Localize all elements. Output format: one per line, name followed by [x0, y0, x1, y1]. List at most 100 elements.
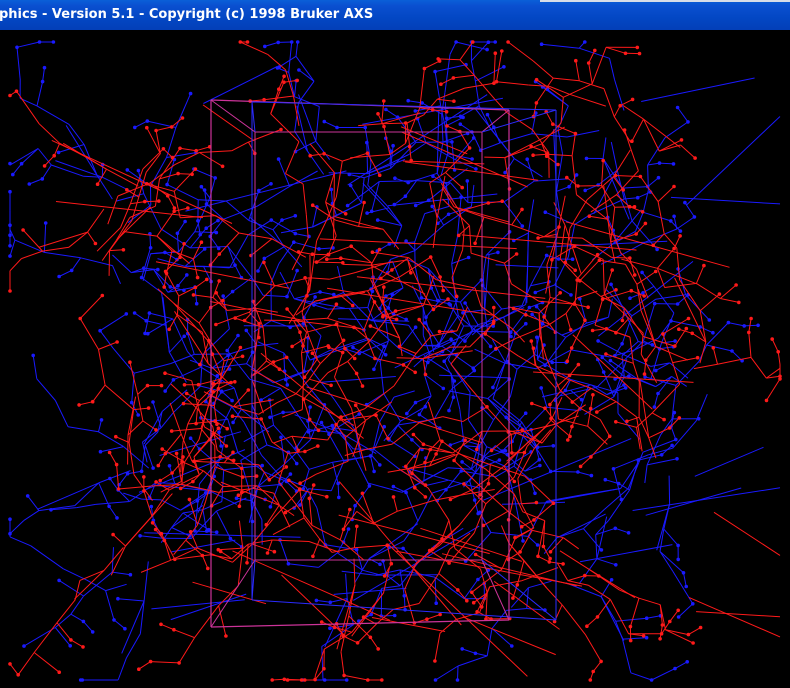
atom-dot — [403, 121, 408, 125]
bond-line — [579, 259, 600, 282]
bond-line — [630, 672, 652, 681]
atom-dot — [345, 203, 350, 208]
unit-cell-edge — [210, 559, 256, 628]
bond-line — [602, 259, 605, 295]
atom-dot — [467, 146, 472, 150]
bond-line — [226, 335, 239, 351]
bond-line — [227, 246, 236, 266]
bond-line — [323, 153, 343, 162]
bond-line — [426, 614, 441, 620]
bond-line — [518, 355, 536, 367]
bond-line — [343, 292, 372, 321]
atom-dot — [502, 65, 506, 69]
atom-dot — [586, 305, 590, 310]
atom-dot — [202, 188, 207, 192]
bond-line — [640, 333, 644, 355]
atom-dot — [557, 225, 561, 229]
bond-line — [586, 616, 598, 627]
atom-dot — [466, 255, 471, 260]
atom-dot — [184, 391, 189, 396]
bond-line — [442, 198, 470, 226]
atom-dot — [597, 258, 602, 263]
bond-line — [312, 206, 318, 228]
bond-line — [596, 558, 616, 566]
atom-dot — [599, 659, 603, 664]
atom-dot — [284, 465, 289, 469]
bond-line — [221, 390, 233, 401]
atom-dot — [267, 478, 272, 482]
bond-line — [644, 464, 648, 484]
bond-line — [550, 537, 564, 553]
atom-dot — [614, 563, 618, 567]
atom-dot — [380, 678, 384, 682]
bond-line — [315, 140, 331, 161]
bond-line — [374, 357, 404, 366]
atom-dot — [604, 352, 608, 356]
atom-dot — [42, 164, 47, 168]
bond-line — [609, 58, 616, 81]
bond-line — [424, 60, 440, 69]
atom-dot — [533, 290, 538, 295]
bond-line — [474, 216, 485, 244]
bond-line — [335, 219, 359, 227]
bond-line — [79, 295, 103, 319]
bond-line — [243, 424, 274, 443]
atom-dot — [205, 277, 209, 282]
bond-line — [288, 41, 293, 73]
atom-dot — [95, 182, 100, 186]
atom-dot — [548, 556, 552, 561]
atom-dot — [360, 384, 365, 388]
atom-dot — [128, 360, 132, 365]
atom-dot — [116, 487, 121, 491]
bond-line — [299, 332, 304, 347]
atom-dot — [607, 434, 612, 439]
bond-line — [460, 123, 473, 133]
atom-dot — [413, 109, 418, 113]
atom-dot — [199, 240, 204, 244]
bond-line — [326, 257, 341, 260]
bond-line — [653, 393, 659, 408]
bond-line — [524, 465, 541, 472]
bond-line — [161, 292, 167, 326]
atom-dot — [303, 276, 307, 280]
bond-line — [528, 84, 550, 87]
bond-line — [580, 456, 592, 467]
bond-line — [424, 205, 450, 215]
bond-line — [271, 238, 307, 258]
bond-line — [155, 529, 165, 541]
bond-line — [308, 498, 313, 526]
atom-dot — [444, 110, 449, 114]
bond-line — [198, 199, 227, 202]
bond-line — [382, 287, 385, 302]
atom-dot — [27, 182, 32, 186]
atom-dot — [673, 339, 677, 343]
atom-dot — [500, 449, 504, 454]
bond-line — [387, 468, 408, 473]
atom-dot — [147, 311, 152, 315]
molecular-graphics-viewport[interactable] — [0, 30, 790, 688]
bond-line — [301, 379, 304, 410]
atom-dot — [340, 350, 345, 355]
atom-dot — [442, 359, 447, 364]
atom-dot — [471, 600, 476, 605]
atom-dot — [649, 678, 654, 682]
bond-line — [33, 652, 60, 673]
bond-line — [118, 473, 128, 486]
atom-dot — [411, 432, 416, 437]
bond-line — [620, 462, 639, 489]
blue-molecules — [8, 40, 781, 682]
atom-dot — [8, 189, 12, 194]
bond-line — [325, 172, 335, 203]
atom-dot — [16, 673, 21, 677]
bond-line — [437, 87, 465, 100]
atom-dot — [116, 596, 120, 601]
bond-line — [17, 652, 35, 676]
atom-dot — [413, 203, 418, 208]
title-bar[interactable]: phics - Version 5.1 - Copyright (c) 1998… — [0, 0, 790, 30]
bond-line — [549, 404, 552, 419]
atom-dot — [455, 678, 460, 682]
atom-dot — [595, 410, 599, 414]
bond-line — [250, 238, 273, 256]
unit-cell-edge — [481, 109, 557, 133]
bond-line — [353, 448, 375, 451]
